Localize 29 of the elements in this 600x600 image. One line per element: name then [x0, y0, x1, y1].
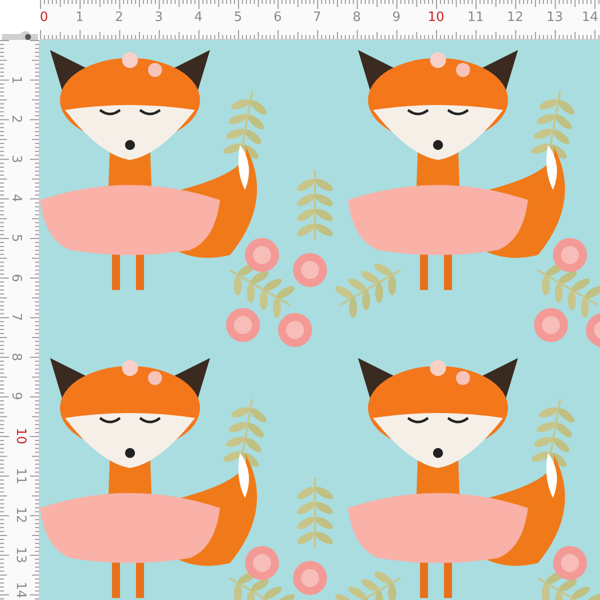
ruler-number: 3	[10, 154, 23, 163]
ruler-number: 3	[154, 11, 163, 24]
ruler-number: 0	[40, 11, 48, 24]
ruler-number: 9	[10, 392, 23, 401]
ruler-number: 10	[14, 428, 27, 444]
ruler-number: 12	[506, 11, 524, 24]
ruler-number: 6	[10, 273, 23, 282]
ruler-number: 11	[14, 467, 27, 484]
ruler-number: 6	[273, 11, 282, 24]
ruler-number: 1	[10, 75, 23, 84]
ruler-number: 8	[10, 352, 23, 361]
ruler-number: 7	[10, 313, 23, 322]
ruler-number: 5	[234, 11, 242, 24]
ruler-number: 13	[14, 546, 27, 564]
ruler-number: 14	[582, 11, 598, 24]
ruler-number: 5	[10, 234, 23, 242]
ruler-number: 4	[194, 11, 203, 24]
ruler-number: 10	[428, 11, 444, 24]
ruler-number: 4	[10, 194, 23, 203]
ruler-number: 12	[14, 506, 27, 524]
ruler-number: 9	[392, 11, 401, 24]
ruler-number: 14	[14, 582, 27, 598]
ruler-number: 11	[467, 11, 484, 24]
ruler-number: 13	[546, 11, 564, 24]
ruler-number: 7	[313, 11, 322, 24]
ruler-number: 8	[352, 11, 361, 24]
ruler-number: 2	[10, 115, 23, 124]
ruler-number: 2	[115, 11, 124, 24]
ruler-number: 1	[75, 11, 84, 24]
